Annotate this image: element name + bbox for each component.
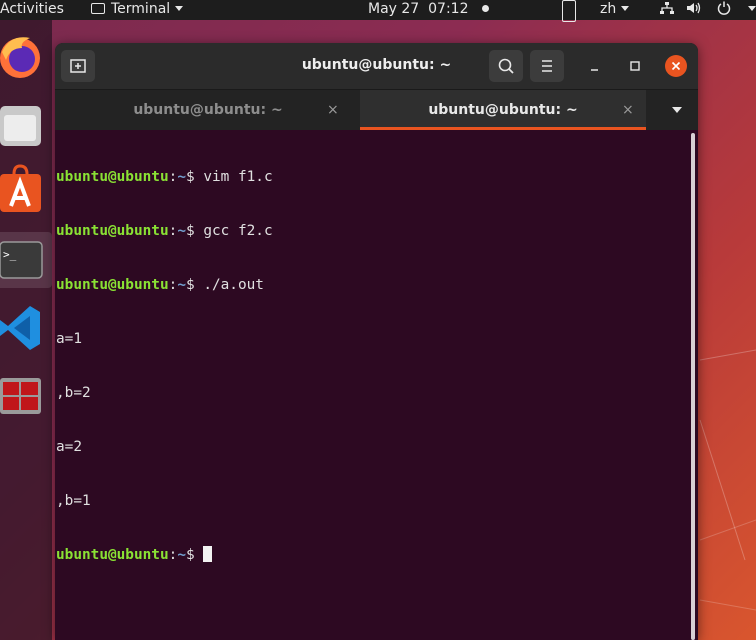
prompt-symbol: $	[185, 223, 204, 239]
dock-terminal[interactable]: >_	[0, 232, 52, 288]
volume-icon	[687, 2, 701, 14]
prompt-path: ~	[177, 277, 186, 293]
tab-list-chevron-down-icon[interactable]	[672, 107, 682, 113]
input-method-menu[interactable]: zh	[600, 0, 630, 20]
prompt-path: ~	[177, 169, 186, 185]
tab-1[interactable]: ubuntu@ubuntu: ~ ×	[55, 90, 361, 130]
top-bar: Activities Terminal May 27 07:12 zh	[0, 0, 756, 22]
prompt-path: ~	[177, 223, 186, 239]
chevron-down-icon	[748, 6, 756, 11]
terminal-output[interactable]: ubuntu@ubuntu:~$ vim f1.c ubuntu@ubuntu:…	[55, 129, 687, 640]
prompt-path: ~	[177, 547, 186, 563]
command-line: ubuntu@ubuntu:~$ ./a.out	[56, 276, 687, 294]
firefox-icon	[0, 37, 40, 78]
prompt-colon: :	[168, 277, 178, 293]
files-icon	[0, 106, 41, 146]
terminal-icon: >_	[0, 241, 43, 279]
app-menu-button[interactable]: Terminal	[91, 0, 184, 20]
prompt-user: ubuntu@ubuntu	[56, 277, 169, 293]
dock-software[interactable]	[0, 164, 52, 220]
terminator-icon	[0, 378, 41, 414]
tab-1-label: ubuntu@ubuntu: ~	[133, 102, 283, 118]
output-line: ,b=1	[56, 493, 91, 509]
clock[interactable]: May 27 07:12	[368, 0, 490, 20]
menu-button[interactable]	[530, 50, 564, 82]
command-text: gcc f2.c	[203, 223, 273, 239]
maximize-button[interactable]	[625, 56, 645, 76]
prompt-colon: :	[168, 547, 178, 563]
prompt-symbol: $	[185, 169, 204, 185]
tab-2-label: ubuntu@ubuntu: ~	[428, 102, 578, 118]
svg-text:>_: >_	[3, 248, 17, 261]
text-cursor	[203, 546, 213, 562]
notification-dot-icon	[482, 5, 490, 12]
output-line: a=2	[56, 439, 82, 455]
command-text: vim f1.c	[203, 169, 273, 185]
software-icon	[0, 164, 41, 212]
tab-bar: ubuntu@ubuntu: ~ × ubuntu@ubuntu: ~ ×	[55, 89, 698, 130]
minimize-button[interactable]	[585, 56, 605, 76]
vscode-icon	[0, 306, 40, 350]
hamburger-icon	[542, 60, 552, 72]
tab-1-close-icon[interactable]: ×	[327, 90, 339, 130]
search-button[interactable]	[489, 50, 523, 82]
terminal-scrollbar[interactable]	[691, 133, 695, 640]
prompt-symbol: $	[185, 277, 204, 293]
prompt-symbol: $	[185, 547, 204, 563]
tab-2[interactable]: ubuntu@ubuntu: ~ ×	[360, 90, 646, 130]
system-tray[interactable]	[660, 0, 756, 20]
prompt-user: ubuntu@ubuntu	[56, 169, 169, 185]
prompt-user: ubuntu@ubuntu	[56, 223, 169, 239]
maximize-icon	[630, 61, 640, 71]
chevron-down-icon	[175, 6, 184, 11]
dock-firefox[interactable]	[0, 30, 52, 86]
power-icon	[717, 1, 731, 15]
search-icon	[498, 58, 514, 74]
prompt-colon: :	[168, 169, 178, 185]
clock-time: 07:12	[428, 1, 469, 17]
output-line: ,b=2	[56, 385, 91, 401]
terminal-menu-icon	[91, 3, 105, 14]
command-line: ubuntu@ubuntu:~$ vim f1.c	[56, 168, 687, 186]
output-line: a=1	[56, 331, 82, 347]
dock-vscode[interactable]	[0, 300, 52, 356]
clock-date: May 27	[368, 1, 420, 17]
dock-terminator[interactable]	[0, 368, 52, 424]
network-icon	[660, 2, 674, 14]
close-button[interactable]	[665, 55, 687, 77]
tab-2-close-icon[interactable]: ×	[622, 90, 634, 130]
command-text: ./a.out	[203, 277, 264, 293]
chevron-down-icon	[621, 6, 630, 11]
dock-files[interactable]	[0, 98, 52, 154]
close-icon	[665, 55, 687, 77]
minimize-icon	[591, 69, 598, 71]
command-line: ubuntu@ubuntu:~$ gcc f2.c	[56, 222, 687, 240]
header-bar: ubuntu@ubuntu: ~	[55, 43, 698, 89]
prompt-colon: :	[168, 223, 178, 239]
terminal-window: ubuntu@ubuntu: ~ ubuntu@ubuntu: ~ × ubun…	[55, 43, 698, 640]
activities-button[interactable]: Activities	[0, 0, 64, 20]
keyboard-icon[interactable]	[562, 0, 576, 22]
command-line: ubuntu@ubuntu:~$	[56, 546, 687, 564]
app-menu-label: Terminal	[111, 1, 171, 17]
prompt-user: ubuntu@ubuntu	[56, 547, 169, 563]
dock: >_	[0, 20, 52, 640]
input-method-label: zh	[600, 1, 617, 17]
